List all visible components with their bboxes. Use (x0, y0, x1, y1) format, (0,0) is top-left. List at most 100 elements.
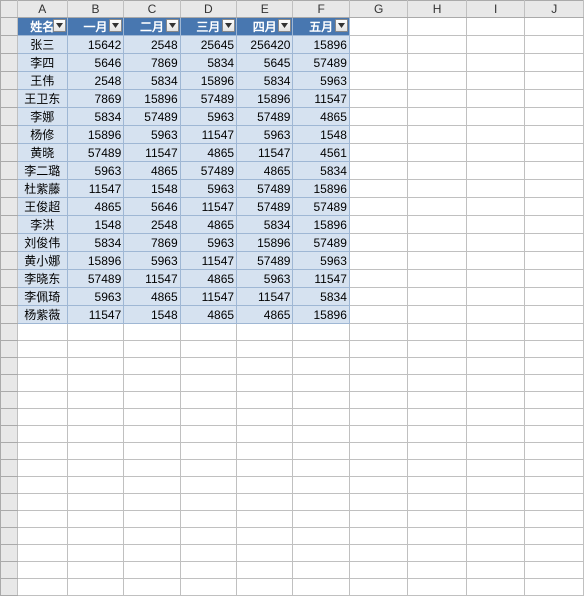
cell-value[interactable]: 5834 (293, 162, 349, 180)
cell[interactable] (349, 443, 408, 460)
cell[interactable] (466, 443, 525, 460)
cell[interactable] (408, 270, 467, 288)
cell[interactable] (237, 324, 293, 341)
cell[interactable] (408, 36, 467, 54)
cell-value[interactable]: 57489 (293, 198, 349, 216)
cell[interactable] (408, 358, 467, 375)
cell[interactable] (17, 494, 67, 511)
cell[interactable] (349, 18, 408, 36)
cell[interactable] (349, 545, 408, 562)
row-header[interactable] (1, 579, 18, 596)
cell[interactable] (124, 460, 180, 477)
cell-value[interactable]: 11547 (180, 198, 236, 216)
row-header[interactable] (1, 375, 18, 392)
cell[interactable] (525, 270, 584, 288)
cell[interactable] (525, 54, 584, 72)
row-header[interactable] (1, 180, 18, 198)
cell[interactable] (67, 477, 123, 494)
cell-value[interactable]: 57489 (293, 234, 349, 252)
cell[interactable] (349, 511, 408, 528)
row-header[interactable] (1, 306, 18, 324)
cell-value[interactable]: 15896 (67, 252, 123, 270)
row-header[interactable] (1, 108, 18, 126)
cell[interactable] (466, 72, 525, 90)
cell[interactable] (349, 460, 408, 477)
cell[interactable] (525, 579, 584, 596)
cell-value[interactable]: 11547 (67, 180, 123, 198)
cell[interactable] (525, 409, 584, 426)
cell-value[interactable]: 5963 (293, 252, 349, 270)
cell[interactable] (466, 409, 525, 426)
cell[interactable] (237, 426, 293, 443)
cell[interactable] (349, 358, 408, 375)
cell[interactable] (466, 545, 525, 562)
cell[interactable] (525, 180, 584, 198)
cell[interactable] (525, 18, 584, 36)
filter-dropdown-icon[interactable] (53, 19, 66, 32)
col-header-B[interactable]: B (67, 1, 123, 18)
cell[interactable] (124, 579, 180, 596)
cell-name[interactable]: 杨紫薇 (17, 306, 67, 324)
cell-value[interactable]: 4865 (124, 162, 180, 180)
cell-value[interactable]: 15896 (293, 180, 349, 198)
cell[interactable] (408, 216, 467, 234)
cell-value[interactable]: 5963 (124, 126, 180, 144)
cell[interactable] (408, 494, 467, 511)
cell-value[interactable]: 15896 (293, 36, 349, 54)
cell[interactable] (466, 54, 525, 72)
cell[interactable] (293, 409, 349, 426)
row-header[interactable] (1, 409, 18, 426)
row-header[interactable] (1, 288, 18, 306)
cell[interactable] (408, 460, 467, 477)
cell[interactable] (237, 409, 293, 426)
cell[interactable] (349, 162, 408, 180)
cell[interactable] (408, 252, 467, 270)
filter-dropdown-icon[interactable] (166, 19, 179, 32)
filter-dropdown-icon[interactable] (335, 19, 348, 32)
cell[interactable] (466, 579, 525, 596)
cell[interactable] (525, 36, 584, 54)
cell-value[interactable]: 256420 (237, 36, 293, 54)
cell-value[interactable]: 4865 (237, 162, 293, 180)
cell[interactable] (237, 341, 293, 358)
cell[interactable] (408, 144, 467, 162)
cell[interactable] (17, 409, 67, 426)
cell-value[interactable]: 57489 (180, 162, 236, 180)
cell[interactable] (525, 216, 584, 234)
cell[interactable] (466, 270, 525, 288)
cell[interactable] (408, 306, 467, 324)
col-header-D[interactable]: D (180, 1, 236, 18)
cell[interactable] (525, 306, 584, 324)
cell-name[interactable]: 李四 (17, 54, 67, 72)
cell[interactable] (293, 392, 349, 409)
cell[interactable] (67, 426, 123, 443)
cell[interactable] (525, 144, 584, 162)
cell[interactable] (349, 216, 408, 234)
cell[interactable] (67, 324, 123, 341)
cell[interactable] (124, 494, 180, 511)
header-month[interactable]: 二月 (124, 18, 180, 36)
cell-name[interactable]: 刘俊伟 (17, 234, 67, 252)
cell[interactable] (124, 477, 180, 494)
cell[interactable] (466, 358, 525, 375)
cell[interactable] (293, 341, 349, 358)
cell[interactable] (408, 528, 467, 545)
cell[interactable] (349, 392, 408, 409)
cell-name[interactable]: 王卫东 (17, 90, 67, 108)
cell-value[interactable]: 5834 (237, 216, 293, 234)
cell[interactable] (525, 392, 584, 409)
cell[interactable] (349, 54, 408, 72)
row-header[interactable] (1, 72, 18, 90)
cell[interactable] (525, 545, 584, 562)
cell[interactable] (349, 528, 408, 545)
header-month[interactable]: 三月 (180, 18, 236, 36)
cell[interactable] (349, 108, 408, 126)
cell[interactable] (525, 162, 584, 180)
cell[interactable] (408, 234, 467, 252)
cell-name[interactable]: 王俊超 (17, 198, 67, 216)
cell[interactable] (124, 545, 180, 562)
cell[interactable] (466, 375, 525, 392)
cell[interactable] (466, 288, 525, 306)
cell-value[interactable]: 1548 (293, 126, 349, 144)
cell[interactable] (466, 108, 525, 126)
